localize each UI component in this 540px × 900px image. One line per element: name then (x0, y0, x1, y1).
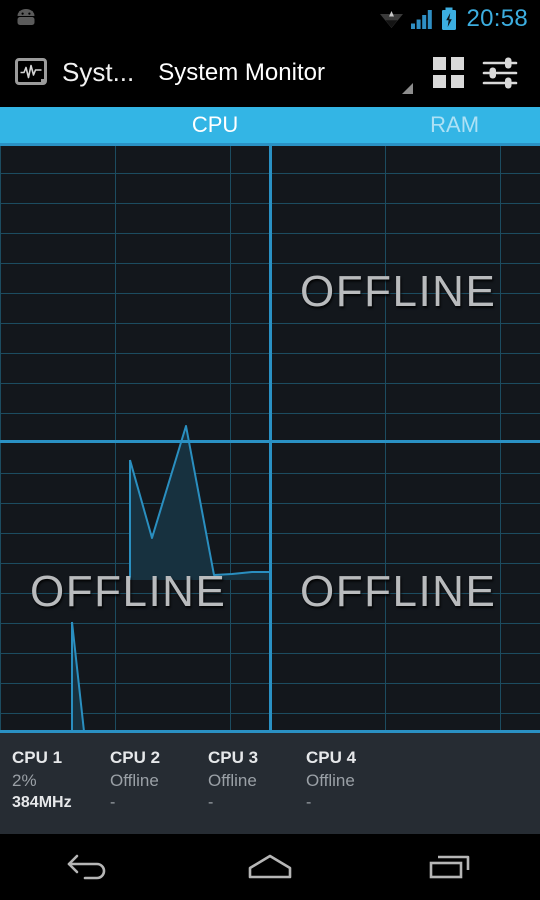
cpu-load-value: Offline (306, 771, 355, 790)
cpu-name-label: CPU 3 (208, 748, 259, 767)
battery-charging-icon (442, 7, 457, 30)
app-action-bar: Syst... System Monitor (0, 38, 540, 107)
cpu-freq-value: - (208, 794, 214, 811)
status-bar-clock: 20:58 (466, 5, 528, 32)
wifi-icon (380, 11, 404, 28)
sliders-settings-icon (482, 57, 518, 88)
cpu-freq-value: 384MHz (12, 794, 72, 811)
cpu-load-value: Offline (110, 771, 159, 790)
cpu-status-panel: CPU 1 2% 384MHz CPU 2 Offline - CPU 3 Of… (0, 733, 540, 834)
cpu-status-column: CPU 1 2% 384MHz (12, 747, 110, 834)
status-bar-system-icons[interactable]: 20:58 (379, 7, 528, 31)
tab-ram[interactable]: RAM (430, 107, 540, 143)
android-navigation-bar (0, 834, 540, 900)
cellular-signal-icon (411, 10, 433, 29)
recents-button[interactable] (360, 834, 540, 900)
cpu-name-label: CPU 4 (306, 748, 357, 767)
cpu-freq-value: - (110, 794, 116, 811)
spinner-title-label: System Monitor (158, 58, 325, 86)
back-arrow-icon (67, 854, 106, 880)
cpu-status-column: CPU 3 Offline - (208, 747, 306, 834)
cpu-graph-grid[interactable]: OFFLINE OFFLINE OFFLINE (0, 143, 540, 733)
android-robot-icon (17, 9, 35, 25)
cpu-freq-value: - (306, 794, 312, 811)
android-screen: 20:58 Syst... System Monitor CPU RAM OFF… (0, 0, 540, 900)
cpu-load-value: Offline (208, 771, 257, 790)
home-button[interactable] (180, 834, 360, 900)
cpu-name-label: CPU 2 (110, 748, 161, 767)
tab-ram-label: RAM (430, 112, 480, 137)
grid-view-icon (432, 57, 464, 88)
cpu-name-label: CPU 1 (12, 748, 63, 767)
metric-tab-bar[interactable]: CPU RAM (0, 107, 540, 143)
grid-view-button[interactable] (422, 47, 474, 99)
cpu-status-column: CPU 4 Offline - (306, 747, 404, 834)
back-button[interactable] (0, 834, 180, 900)
system-monitor-icon[interactable] (14, 56, 48, 90)
cpu-status-column: CPU 2 Offline - (110, 747, 208, 834)
home-icon (248, 854, 292, 879)
app-name-label: Syst... (62, 57, 135, 87)
dropdown-caret-icon (402, 83, 413, 94)
cpu-load-value: 2% (12, 771, 37, 790)
title-spinner[interactable]: System Monitor (158, 38, 422, 107)
cpu-graph-canvas (0, 143, 540, 733)
recent-apps-icon (429, 855, 470, 879)
settings-button[interactable] (474, 47, 526, 99)
status-bar-notifications[interactable] (12, 8, 40, 30)
tab-cpu-label: CPU (191, 112, 239, 137)
tab-cpu[interactable]: CPU (0, 107, 430, 143)
system-status-bar[interactable]: 20:58 (0, 0, 540, 38)
